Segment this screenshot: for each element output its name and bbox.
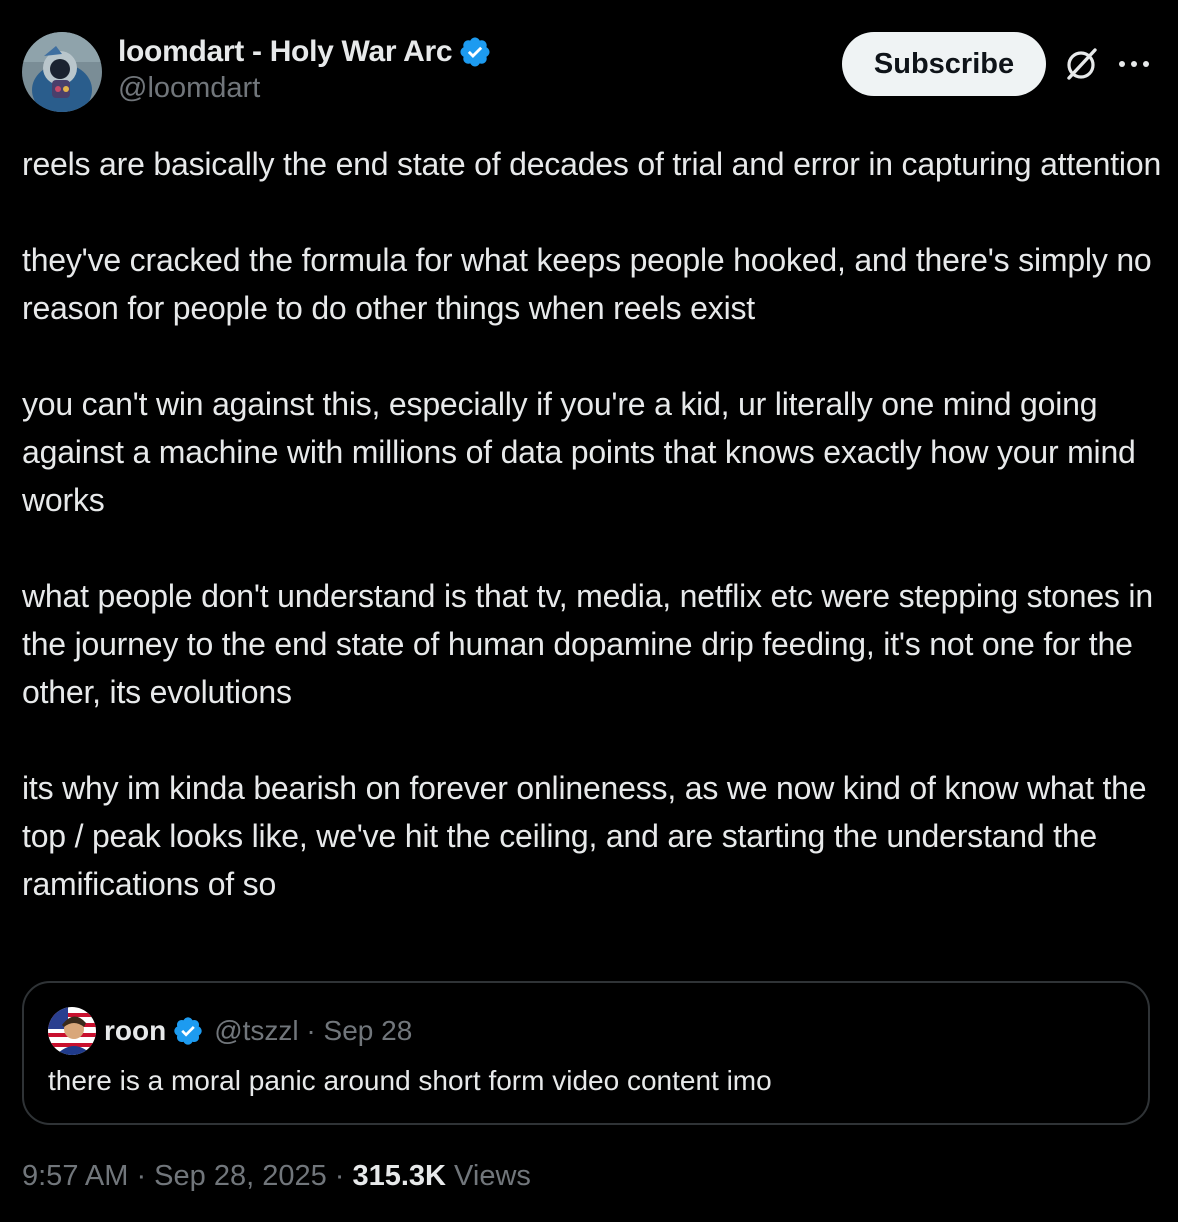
tweet-paragraph: reels are basically the end state of dec… [22,146,1162,182]
tweet-metadata: 9:57 AM · Sep 28, 2025 · 315.3K Views [22,1160,531,1193]
tweet-paragraph: they've cracked the formula for what kee… [22,242,1152,326]
quoted-author-row: roon @tszzl · Sep 28 [104,1013,412,1049]
author-handle[interactable]: @loomdart [118,72,260,105]
author-display-name[interactable]: loomdart - Holy War Arc [118,35,453,69]
author-name-row[interactable]: loomdart - Holy War Arc [118,32,492,72]
quoted-tweet-text: there is a moral panic around short form… [48,1065,772,1096]
quoted-handle-and-date[interactable]: @tszzl · Sep 28 [214,1015,412,1047]
verified-badge-icon [460,37,490,67]
tweet-paragraph: you can't win against this, especially i… [22,386,1136,518]
tweet-text: reels are basically the end state of dec… [22,140,1162,908]
tweet-timestamp[interactable]: 9:57 AM · Sep 28, 2025 · [22,1160,352,1192]
tweet-paragraph: its why im kinda bearish on forever onli… [22,770,1147,902]
quoted-author-name[interactable]: roon [104,1015,166,1047]
more-options-icon[interactable] [1116,55,1152,73]
quoted-author-avatar[interactable] [48,1007,96,1055]
subscribe-button[interactable]: Subscribe [842,32,1046,96]
grok-icon[interactable] [1064,46,1100,82]
quoted-tweet-card[interactable]: roon @tszzl · Sep 28 there is a moral pa… [22,981,1150,1125]
tweet-paragraph: what people don't understand is that tv,… [22,578,1153,710]
author-avatar[interactable] [22,32,102,112]
verified-badge-icon [174,1017,202,1045]
views-count: 315.3K [352,1160,446,1192]
flag-avatar-icon [48,1007,96,1055]
astronaut-avatar-icon [22,32,102,112]
views-label: Views [446,1160,531,1192]
